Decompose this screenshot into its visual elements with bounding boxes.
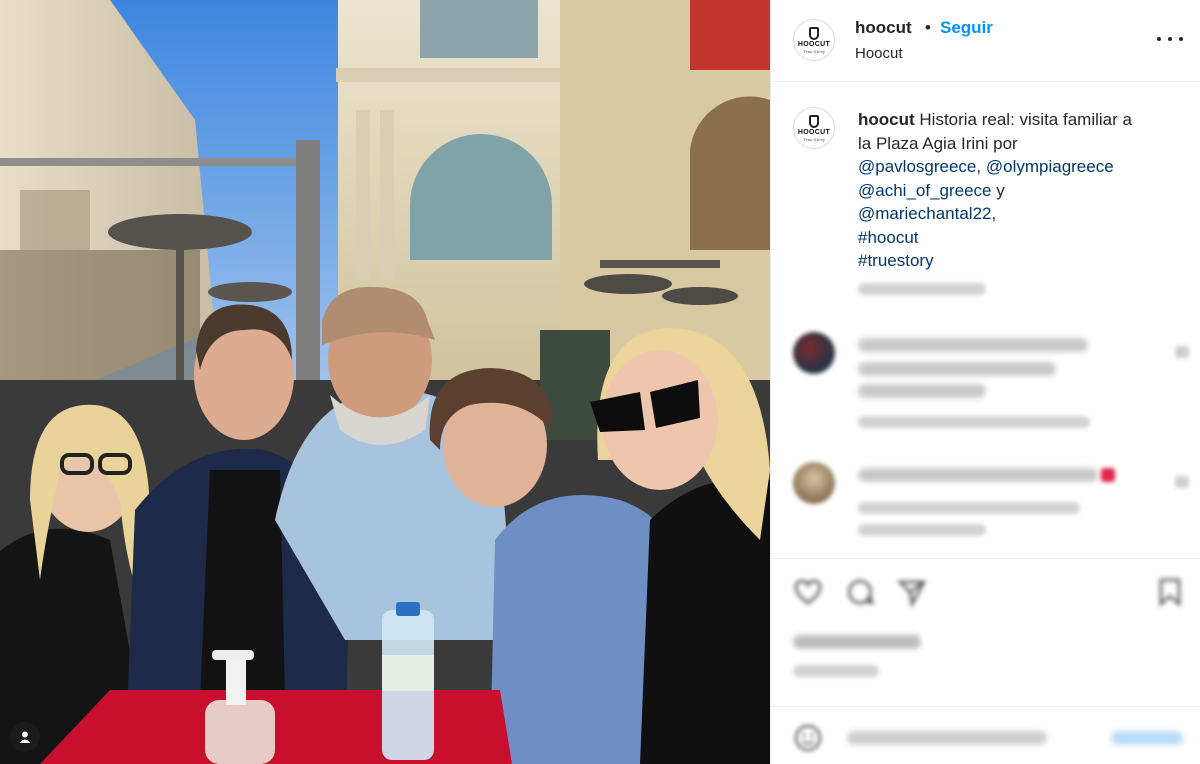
mention-link[interactable]: @olympiagreece [986, 157, 1114, 176]
comma: , [991, 204, 997, 223]
post-actions [771, 558, 1200, 706]
comment-icon[interactable] [845, 577, 875, 607]
add-comment-bar [771, 706, 1200, 764]
comment-meta-blurred [858, 524, 986, 536]
comment-item [771, 460, 1200, 550]
hashtag-link[interactable]: #hoocut [858, 226, 1178, 250]
comma: , [976, 157, 982, 176]
bookmark-icon[interactable] [1155, 577, 1185, 607]
post-photo[interactable] [0, 0, 770, 764]
mention-link[interactable]: @pavlosgreece [858, 157, 976, 176]
share-icon[interactable] [897, 577, 927, 607]
more-options-icon[interactable] [1157, 28, 1183, 50]
logo-mark-icon [809, 114, 819, 128]
conjunction: y [996, 180, 1005, 200]
caption-username[interactable]: hoocut [858, 110, 915, 129]
caption-line-4: @achi_of_greece y [858, 179, 1178, 203]
caption-text: hoocut Historia real: visita familiar a … [858, 108, 1178, 273]
more-dot [1157, 37, 1161, 41]
comment-text-blurred [858, 384, 986, 398]
commenter-avatar[interactable] [793, 462, 835, 504]
comment-meta-blurred [858, 416, 1090, 428]
comment-text-blurred [858, 362, 1056, 376]
heart-emoji-blurred [1101, 468, 1115, 482]
comment-input-blurred[interactable] [847, 731, 1047, 745]
mention-link[interactable]: @mariechantal22 [858, 204, 992, 223]
family-photo-illustration [0, 0, 770, 764]
post-header: HOOCUT True Story hoocut • Seguir Hoocut [771, 0, 1200, 82]
comment-text-blurred [858, 468, 1098, 482]
mention-link[interactable]: @achi_of_greece [858, 181, 992, 200]
separator-dot: • [925, 18, 931, 37]
more-dot [1179, 37, 1183, 41]
heart-icon[interactable] [1175, 346, 1189, 358]
logo-text: HOOCUT [797, 128, 831, 136]
heart-icon[interactable] [793, 577, 823, 607]
comment-meta-blurred [858, 502, 1080, 514]
author-display-name: Hoocut [855, 45, 903, 62]
more-dot [1168, 37, 1172, 41]
commenter-avatar[interactable] [793, 332, 835, 374]
emoji-icon[interactable] [793, 723, 823, 753]
caption-line-2: la Plaza Agia Irini por [858, 133, 1018, 153]
post-date-blurred [793, 665, 879, 677]
author-username[interactable]: hoocut [855, 18, 912, 38]
hashtag-link[interactable]: #truestory [858, 249, 1178, 273]
logo-subtext: True Story [803, 48, 825, 54]
user-tag-button[interactable] [10, 722, 40, 752]
logo-text: HOOCUT [797, 40, 831, 48]
follow-button[interactable]: Seguir [940, 18, 993, 38]
post-caption: HOOCUT True Story hoocut Historia real: … [771, 83, 1200, 303]
post-side-panel: HOOCUT True Story hoocut • Seguir Hoocut… [770, 0, 1200, 764]
comment-item [771, 330, 1200, 440]
heart-icon[interactable] [1175, 476, 1189, 488]
caption-text-1: Historia real: visita familiar a [919, 110, 1132, 129]
caption-line-3: @pavlosgreece, @olympiagreece [858, 155, 1178, 179]
caption-line-5: @mariechantal22, [858, 202, 1178, 226]
caption-timestamp-blurred [858, 283, 986, 295]
user-tag-icon [19, 731, 31, 743]
author-avatar[interactable]: HOOCUT True Story [793, 19, 835, 61]
post-comment-button-blurred[interactable] [1111, 731, 1183, 745]
logo-mark-icon [809, 26, 819, 40]
logo-subtext: True Story [803, 136, 825, 142]
caption-author-avatar[interactable]: HOOCUT True Story [793, 107, 835, 149]
caption-line-1: hoocut Historia real: visita familiar a [858, 108, 1178, 132]
likes-count-blurred[interactable] [793, 635, 921, 649]
comment-text-blurred [858, 338, 1088, 352]
